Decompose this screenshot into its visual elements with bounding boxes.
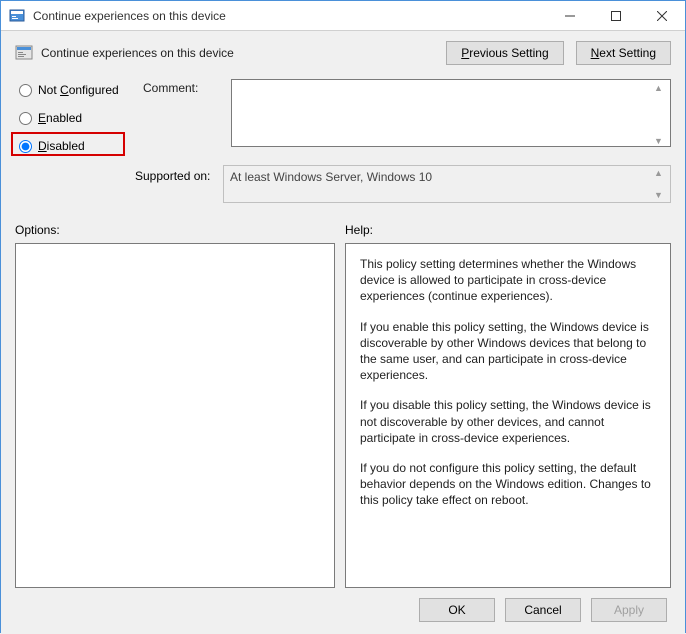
scrollbar[interactable]: ▲▼ <box>654 81 668 148</box>
minimize-button[interactable] <box>547 1 593 31</box>
help-panel: This policy setting determines whether t… <box>345 243 671 588</box>
options-panel <box>15 243 335 588</box>
radio-enabled[interactable]: Enabled <box>15 109 135 127</box>
radio-enabled-label: Enabled <box>38 111 82 125</box>
window-title: Continue experiences on this device <box>33 9 226 23</box>
comment-input[interactable] <box>231 79 671 147</box>
close-button[interactable] <box>639 1 685 31</box>
comment-label: Comment: <box>143 79 223 155</box>
supported-on-value: At least Windows Server, Windows 10 <box>230 170 432 184</box>
maximize-button[interactable] <box>593 1 639 31</box>
radio-not-configured[interactable]: Not Configured <box>15 81 135 99</box>
previous-setting-button[interactable]: Previous Setting <box>446 41 563 65</box>
cancel-button[interactable]: Cancel <box>505 598 581 622</box>
scrollbar[interactable]: ▲▼ <box>654 166 668 202</box>
help-paragraph: If you enable this policy setting, the W… <box>360 319 656 384</box>
next-setting-button[interactable]: Next Setting <box>576 41 671 65</box>
titlebar: Continue experiences on this device <box>1 1 685 31</box>
supported-on-label: Supported on: <box>15 165 215 183</box>
apply-button[interactable]: Apply <box>591 598 667 622</box>
radio-disabled[interactable]: Disabled <box>15 137 135 155</box>
supported-on-field: At least Windows Server, Windows 10 ▲▼ <box>223 165 671 203</box>
help-paragraph: If you disable this policy setting, the … <box>360 397 656 446</box>
help-paragraph: This policy setting determines whether t… <box>360 256 656 305</box>
radio-disabled-label: Disabled <box>38 139 85 153</box>
state-radio-group: Not Configured Enabled Disabled <box>15 79 135 155</box>
ok-button[interactable]: OK <box>419 598 495 622</box>
radio-not-configured-label: Not Configured <box>38 83 119 97</box>
header: Continue experiences on this device Prev… <box>15 41 671 65</box>
radio-not-configured-input[interactable] <box>19 84 32 97</box>
radio-disabled-input[interactable] <box>19 140 32 153</box>
page-title: Continue experiences on this device <box>41 46 234 60</box>
options-label: Options: <box>15 223 335 237</box>
help-paragraph: If you do not configure this policy sett… <box>360 460 656 509</box>
dialog-footer: OK Cancel Apply <box>15 588 671 634</box>
policy-icon <box>15 44 33 62</box>
help-label: Help: <box>345 223 373 237</box>
radio-enabled-input[interactable] <box>19 112 32 125</box>
app-icon <box>9 8 25 24</box>
